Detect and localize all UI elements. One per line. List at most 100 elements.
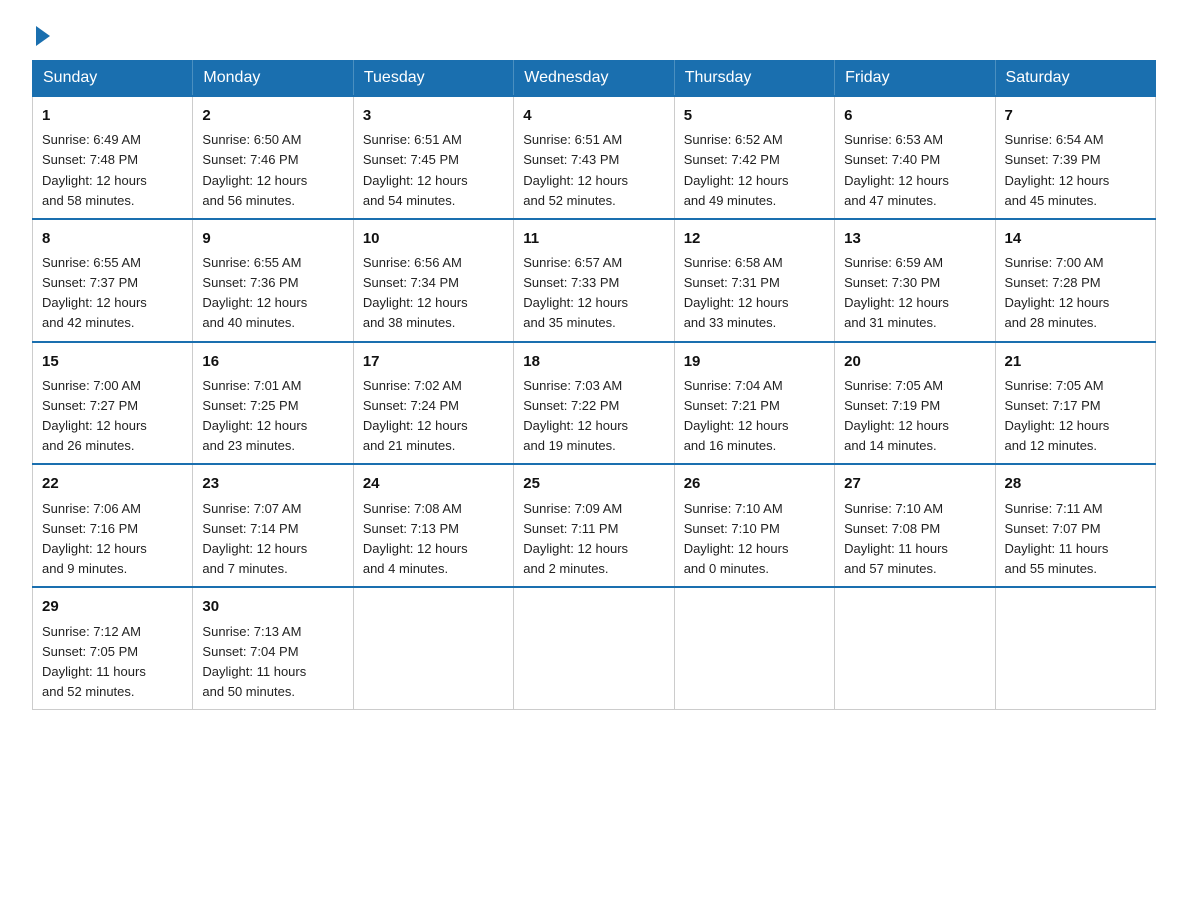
logo-arrow-icon: [36, 26, 50, 46]
day-number: 21: [1005, 350, 1146, 373]
day-info: Sunrise: 7:05 AMSunset: 7:19 PMDaylight:…: [844, 376, 985, 457]
day-info: Sunrise: 6:56 AMSunset: 7:34 PMDaylight:…: [363, 253, 504, 334]
day-number: 2: [202, 104, 343, 127]
calendar-cell: 20 Sunrise: 7:05 AMSunset: 7:19 PMDayligh…: [835, 342, 995, 465]
day-number: 26: [684, 472, 825, 495]
day-number: 17: [363, 350, 504, 373]
weekday-header-wednesday: Wednesday: [514, 61, 674, 97]
day-info: Sunrise: 7:02 AMSunset: 7:24 PMDaylight:…: [363, 376, 504, 457]
day-info: Sunrise: 7:13 AMSunset: 7:04 PMDaylight:…: [202, 622, 343, 703]
day-info: Sunrise: 6:58 AMSunset: 7:31 PMDaylight:…: [684, 253, 825, 334]
day-info: Sunrise: 7:04 AMSunset: 7:21 PMDaylight:…: [684, 376, 825, 457]
calendar-cell: 13 Sunrise: 6:59 AMSunset: 7:30 PMDayligh…: [835, 219, 995, 342]
day-info: Sunrise: 6:54 AMSunset: 7:39 PMDaylight:…: [1005, 130, 1146, 211]
day-number: 28: [1005, 472, 1146, 495]
day-info: Sunrise: 7:05 AMSunset: 7:17 PMDaylight:…: [1005, 376, 1146, 457]
calendar-cell: 17 Sunrise: 7:02 AMSunset: 7:24 PMDayligh…: [353, 342, 513, 465]
day-info: Sunrise: 6:49 AMSunset: 7:48 PMDaylight:…: [42, 130, 183, 211]
day-info: Sunrise: 7:00 AMSunset: 7:28 PMDaylight:…: [1005, 253, 1146, 334]
day-info: Sunrise: 7:10 AMSunset: 7:10 PMDaylight:…: [684, 499, 825, 580]
calendar-cell: 24 Sunrise: 7:08 AMSunset: 7:13 PMDayligh…: [353, 464, 513, 587]
calendar-table: SundayMondayTuesdayWednesdayThursdayFrid…: [32, 60, 1156, 710]
day-number: 4: [523, 104, 664, 127]
calendar-cell: 22 Sunrise: 7:06 AMSunset: 7:16 PMDayligh…: [33, 464, 193, 587]
day-info: Sunrise: 7:03 AMSunset: 7:22 PMDaylight:…: [523, 376, 664, 457]
weekday-header-row: SundayMondayTuesdayWednesdayThursdayFrid…: [33, 61, 1156, 97]
day-info: Sunrise: 7:08 AMSunset: 7:13 PMDaylight:…: [363, 499, 504, 580]
calendar-cell: 28 Sunrise: 7:11 AMSunset: 7:07 PMDayligh…: [995, 464, 1155, 587]
day-info: Sunrise: 7:07 AMSunset: 7:14 PMDaylight:…: [202, 499, 343, 580]
calendar-cell: 11 Sunrise: 6:57 AMSunset: 7:33 PMDayligh…: [514, 219, 674, 342]
calendar-cell: 10 Sunrise: 6:56 AMSunset: 7:34 PMDayligh…: [353, 219, 513, 342]
calendar-cell: [674, 587, 834, 709]
weekday-header-thursday: Thursday: [674, 61, 834, 97]
calendar-cell: 18 Sunrise: 7:03 AMSunset: 7:22 PMDayligh…: [514, 342, 674, 465]
day-info: Sunrise: 6:57 AMSunset: 7:33 PMDaylight:…: [523, 253, 664, 334]
day-info: Sunrise: 6:55 AMSunset: 7:37 PMDaylight:…: [42, 253, 183, 334]
day-number: 19: [684, 350, 825, 373]
calendar-cell: 16 Sunrise: 7:01 AMSunset: 7:25 PMDayligh…: [193, 342, 353, 465]
day-number: 23: [202, 472, 343, 495]
day-info: Sunrise: 6:51 AMSunset: 7:45 PMDaylight:…: [363, 130, 504, 211]
day-info: Sunrise: 7:11 AMSunset: 7:07 PMDaylight:…: [1005, 499, 1146, 580]
calendar-cell: 6 Sunrise: 6:53 AMSunset: 7:40 PMDaylight…: [835, 96, 995, 219]
calendar-cell: 14 Sunrise: 7:00 AMSunset: 7:28 PMDayligh…: [995, 219, 1155, 342]
day-number: 10: [363, 227, 504, 250]
calendar-cell: 19 Sunrise: 7:04 AMSunset: 7:21 PMDayligh…: [674, 342, 834, 465]
day-number: 16: [202, 350, 343, 373]
calendar-cell: 30 Sunrise: 7:13 AMSunset: 7:04 PMDayligh…: [193, 587, 353, 709]
weekday-header-friday: Friday: [835, 61, 995, 97]
weekday-header-monday: Monday: [193, 61, 353, 97]
day-info: Sunrise: 7:01 AMSunset: 7:25 PMDaylight:…: [202, 376, 343, 457]
calendar-cell: 25 Sunrise: 7:09 AMSunset: 7:11 PMDayligh…: [514, 464, 674, 587]
logo: [32, 24, 50, 42]
calendar-cell: 2 Sunrise: 6:50 AMSunset: 7:46 PMDaylight…: [193, 96, 353, 219]
day-number: 6: [844, 104, 985, 127]
day-number: 18: [523, 350, 664, 373]
calendar-cell: 15 Sunrise: 7:00 AMSunset: 7:27 PMDayligh…: [33, 342, 193, 465]
day-number: 30: [202, 595, 343, 618]
weekday-header-tuesday: Tuesday: [353, 61, 513, 97]
day-info: Sunrise: 6:59 AMSunset: 7:30 PMDaylight:…: [844, 253, 985, 334]
day-info: Sunrise: 7:09 AMSunset: 7:11 PMDaylight:…: [523, 499, 664, 580]
day-info: Sunrise: 6:50 AMSunset: 7:46 PMDaylight:…: [202, 130, 343, 211]
calendar-cell: 8 Sunrise: 6:55 AMSunset: 7:37 PMDaylight…: [33, 219, 193, 342]
day-number: 11: [523, 227, 664, 250]
week-row-4: 22 Sunrise: 7:06 AMSunset: 7:16 PMDayligh…: [33, 464, 1156, 587]
day-number: 8: [42, 227, 183, 250]
day-info: Sunrise: 7:06 AMSunset: 7:16 PMDaylight:…: [42, 499, 183, 580]
day-info: Sunrise: 7:12 AMSunset: 7:05 PMDaylight:…: [42, 622, 183, 703]
calendar-cell: 23 Sunrise: 7:07 AMSunset: 7:14 PMDayligh…: [193, 464, 353, 587]
calendar-cell: 12 Sunrise: 6:58 AMSunset: 7:31 PMDayligh…: [674, 219, 834, 342]
calendar-cell: 4Sunrise: 6:51 AMSunset: 7:43 PMDaylight…: [514, 96, 674, 219]
day-number: 25: [523, 472, 664, 495]
day-number: 7: [1005, 104, 1146, 127]
day-info: Sunrise: 6:52 AMSunset: 7:42 PMDaylight:…: [684, 130, 825, 211]
day-number: 15: [42, 350, 183, 373]
calendar-cell: 3Sunrise: 6:51 AMSunset: 7:45 PMDaylight…: [353, 96, 513, 219]
day-number: 22: [42, 472, 183, 495]
week-row-1: 1 Sunrise: 6:49 AMSunset: 7:48 PMDaylight…: [33, 96, 1156, 219]
day-number: 14: [1005, 227, 1146, 250]
day-number: 1: [42, 104, 183, 127]
day-number: 29: [42, 595, 183, 618]
day-info: Sunrise: 7:00 AMSunset: 7:27 PMDaylight:…: [42, 376, 183, 457]
calendar-cell: 26 Sunrise: 7:10 AMSunset: 7:10 PMDayligh…: [674, 464, 834, 587]
calendar-cell: [514, 587, 674, 709]
week-row-3: 15 Sunrise: 7:00 AMSunset: 7:27 PMDayligh…: [33, 342, 1156, 465]
day-info: Sunrise: 6:53 AMSunset: 7:40 PMDaylight:…: [844, 130, 985, 211]
day-number: 27: [844, 472, 985, 495]
day-number: 20: [844, 350, 985, 373]
day-number: 9: [202, 227, 343, 250]
day-number: 24: [363, 472, 504, 495]
day-info: Sunrise: 6:55 AMSunset: 7:36 PMDaylight:…: [202, 253, 343, 334]
calendar-cell: 29 Sunrise: 7:12 AMSunset: 7:05 PMDayligh…: [33, 587, 193, 709]
day-number: 13: [844, 227, 985, 250]
calendar-cell: 5 Sunrise: 6:52 AMSunset: 7:42 PMDaylight…: [674, 96, 834, 219]
weekday-header-sunday: Sunday: [33, 61, 193, 97]
calendar-cell: [835, 587, 995, 709]
calendar-cell: 21 Sunrise: 7:05 AMSunset: 7:17 PMDayligh…: [995, 342, 1155, 465]
header: [32, 24, 1156, 42]
day-number: 12: [684, 227, 825, 250]
day-number: 5: [684, 104, 825, 127]
